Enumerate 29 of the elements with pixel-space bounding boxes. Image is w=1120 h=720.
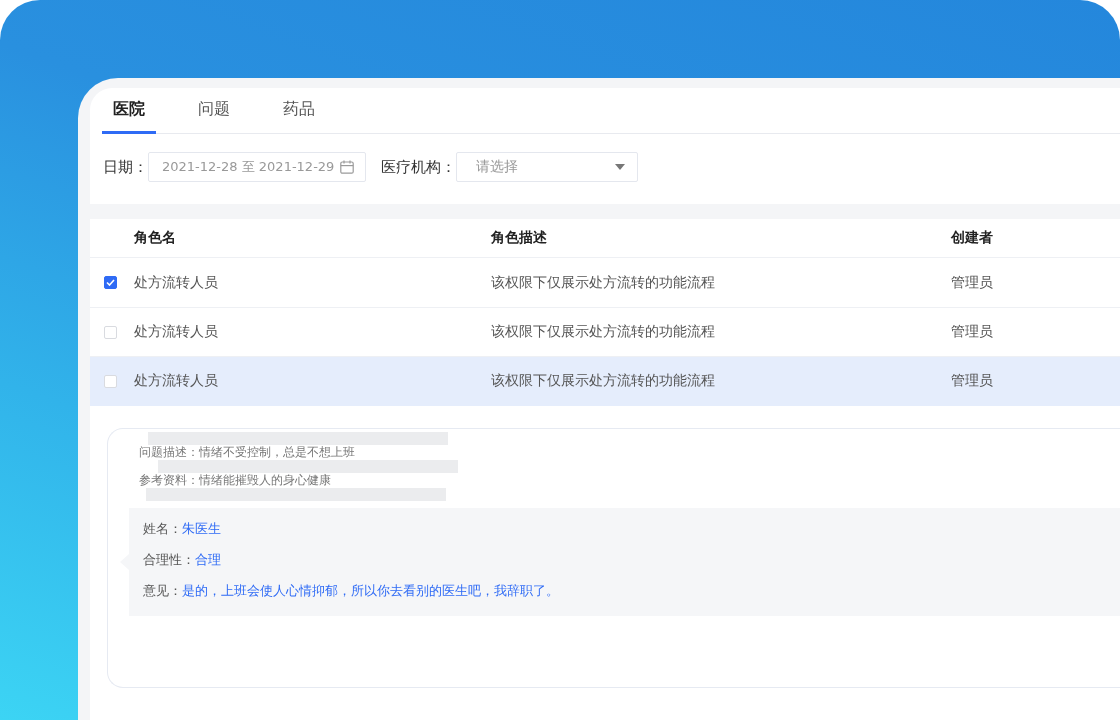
table-cell: 管理员 <box>951 273 993 292</box>
review-value: 是的，上班会使人心情抑郁，所以你去看别的医生吧，我辞职了。 <box>182 583 559 600</box>
review-value: 合理 <box>195 552 221 569</box>
column-header: 角色描述 <box>491 229 547 247</box>
caret-down-icon <box>615 164 625 170</box>
review-label: 意见： <box>143 583 182 600</box>
review-label: 姓名： <box>143 521 182 538</box>
table-cell: 该权限下仅展示处方流转的功能流程 <box>491 273 715 292</box>
detail-text: 参考资料：情绪能摧毁人的身心健康 <box>139 473 331 488</box>
filter-label: 日期： <box>103 157 148 177</box>
detail-text: 问题描述：情绪不受控制，总是不想上班 <box>139 445 355 460</box>
checkbox[interactable] <box>104 276 117 289</box>
review-value: 朱医生 <box>182 521 221 538</box>
table-row[interactable]: 处方流转人员 该权限下仅展示处方流转的功能流程 管理员 <box>90 357 1120 406</box>
table-cell: 管理员 <box>951 372 993 390</box>
calendar-icon <box>340 160 355 174</box>
tab[interactable]: 问题 <box>187 88 241 134</box>
table-cell: 处方流转人员 <box>134 372 218 390</box>
table-cell: 处方流转人员 <box>134 323 218 341</box>
table-cell: 处方流转人员 <box>134 273 218 292</box>
review-label: 合理性： <box>143 552 195 569</box>
tab[interactable]: 医院 <box>102 88 156 134</box>
column-header: 创建者 <box>951 229 993 247</box>
filter-label: 医疗机构： <box>381 157 456 177</box>
table-cell: 管理员 <box>951 323 993 341</box>
column-header: 角色名 <box>134 229 176 247</box>
table-cell: 该权限下仅展示处方流转的功能流程 <box>491 323 715 341</box>
table-cell: 该权限下仅展示处方流转的功能流程 <box>491 372 715 390</box>
tab[interactable]: 药品 <box>272 88 326 134</box>
